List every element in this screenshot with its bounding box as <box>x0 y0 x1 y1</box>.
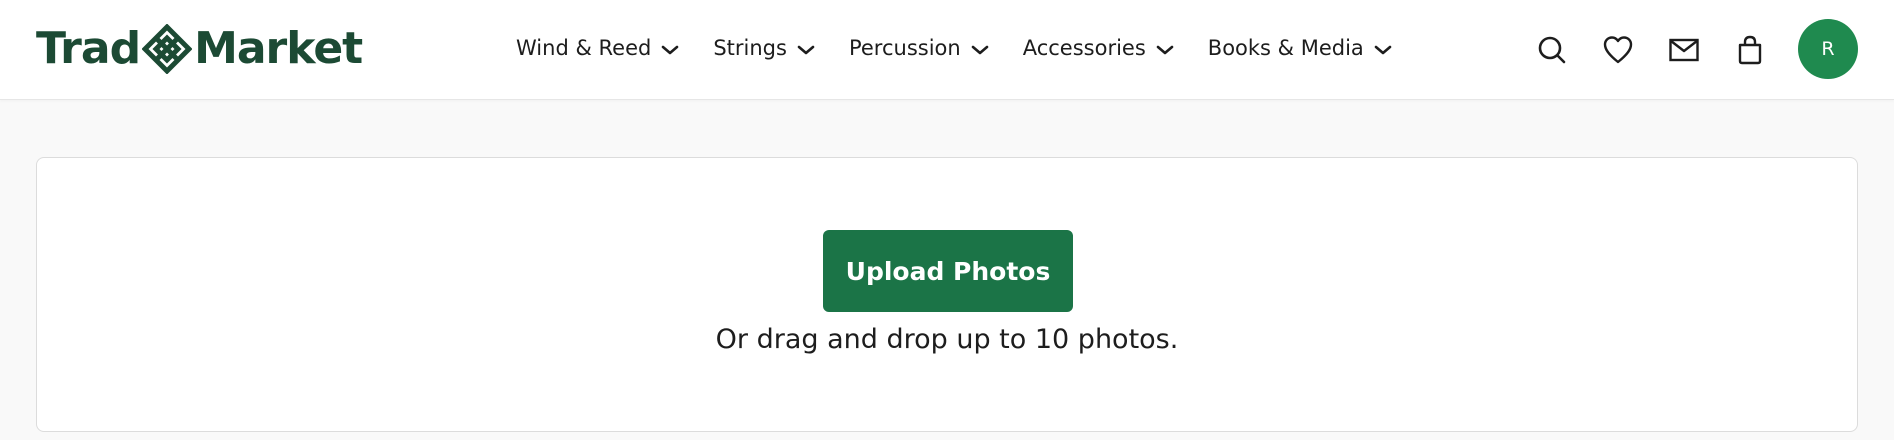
nav-item-label: Percussion <box>848 36 961 60</box>
nav-item-percussion[interactable]: Percussion <box>849 28 989 68</box>
photo-upload-dropzone[interactable]: Upload Photos Or drag and drop up to 10 … <box>36 157 1858 432</box>
nav-item-label: Accessories <box>1022 36 1146 60</box>
chevron-down-icon <box>662 45 679 55</box>
mail-icon <box>1669 38 1699 62</box>
celtic-knot-icon <box>142 24 193 74</box>
nav-item-strings[interactable]: Strings <box>713 28 815 68</box>
shopping-bag-icon <box>1738 35 1762 65</box>
upload-photos-button[interactable]: Upload Photos <box>823 230 1073 312</box>
brand-logo[interactable]: Trad Market <box>36 22 363 76</box>
chevron-down-icon <box>971 45 989 55</box>
heart-icon <box>1603 36 1633 64</box>
upload-hint-text: Or drag and drop up to 10 photos. <box>715 324 1179 355</box>
favorites-button[interactable] <box>1596 28 1640 72</box>
nav-item-label: Books & Media <box>1207 36 1364 60</box>
messages-button[interactable] <box>1662 28 1706 72</box>
site-header: Trad Market Wind & Reed Strings Percussi… <box>0 0 1894 100</box>
main-nav: Wind & Reed Strings Percussion Accessori… <box>516 28 1426 68</box>
chevron-down-icon <box>1374 45 1392 55</box>
chevron-down-icon <box>797 45 815 55</box>
header-actions <box>1530 28 1794 72</box>
nav-item-accessories[interactable]: Accessories <box>1023 28 1174 68</box>
nav-item-wind-reed[interactable]: Wind & Reed <box>516 28 679 68</box>
search-icon <box>1538 36 1566 64</box>
brand-name-left: Trad <box>36 23 141 74</box>
nav-item-label: Strings <box>713 36 787 60</box>
nav-item-books-media[interactable]: Books & Media <box>1208 28 1392 68</box>
search-button[interactable] <box>1530 28 1574 72</box>
chevron-down-icon <box>1156 45 1174 55</box>
user-avatar[interactable]: R <box>1798 19 1858 79</box>
cart-button[interactable] <box>1728 28 1772 72</box>
avatar-initial: R <box>1821 38 1835 60</box>
nav-item-label: Wind & Reed <box>516 36 652 60</box>
brand-name-right: Market <box>194 23 363 74</box>
